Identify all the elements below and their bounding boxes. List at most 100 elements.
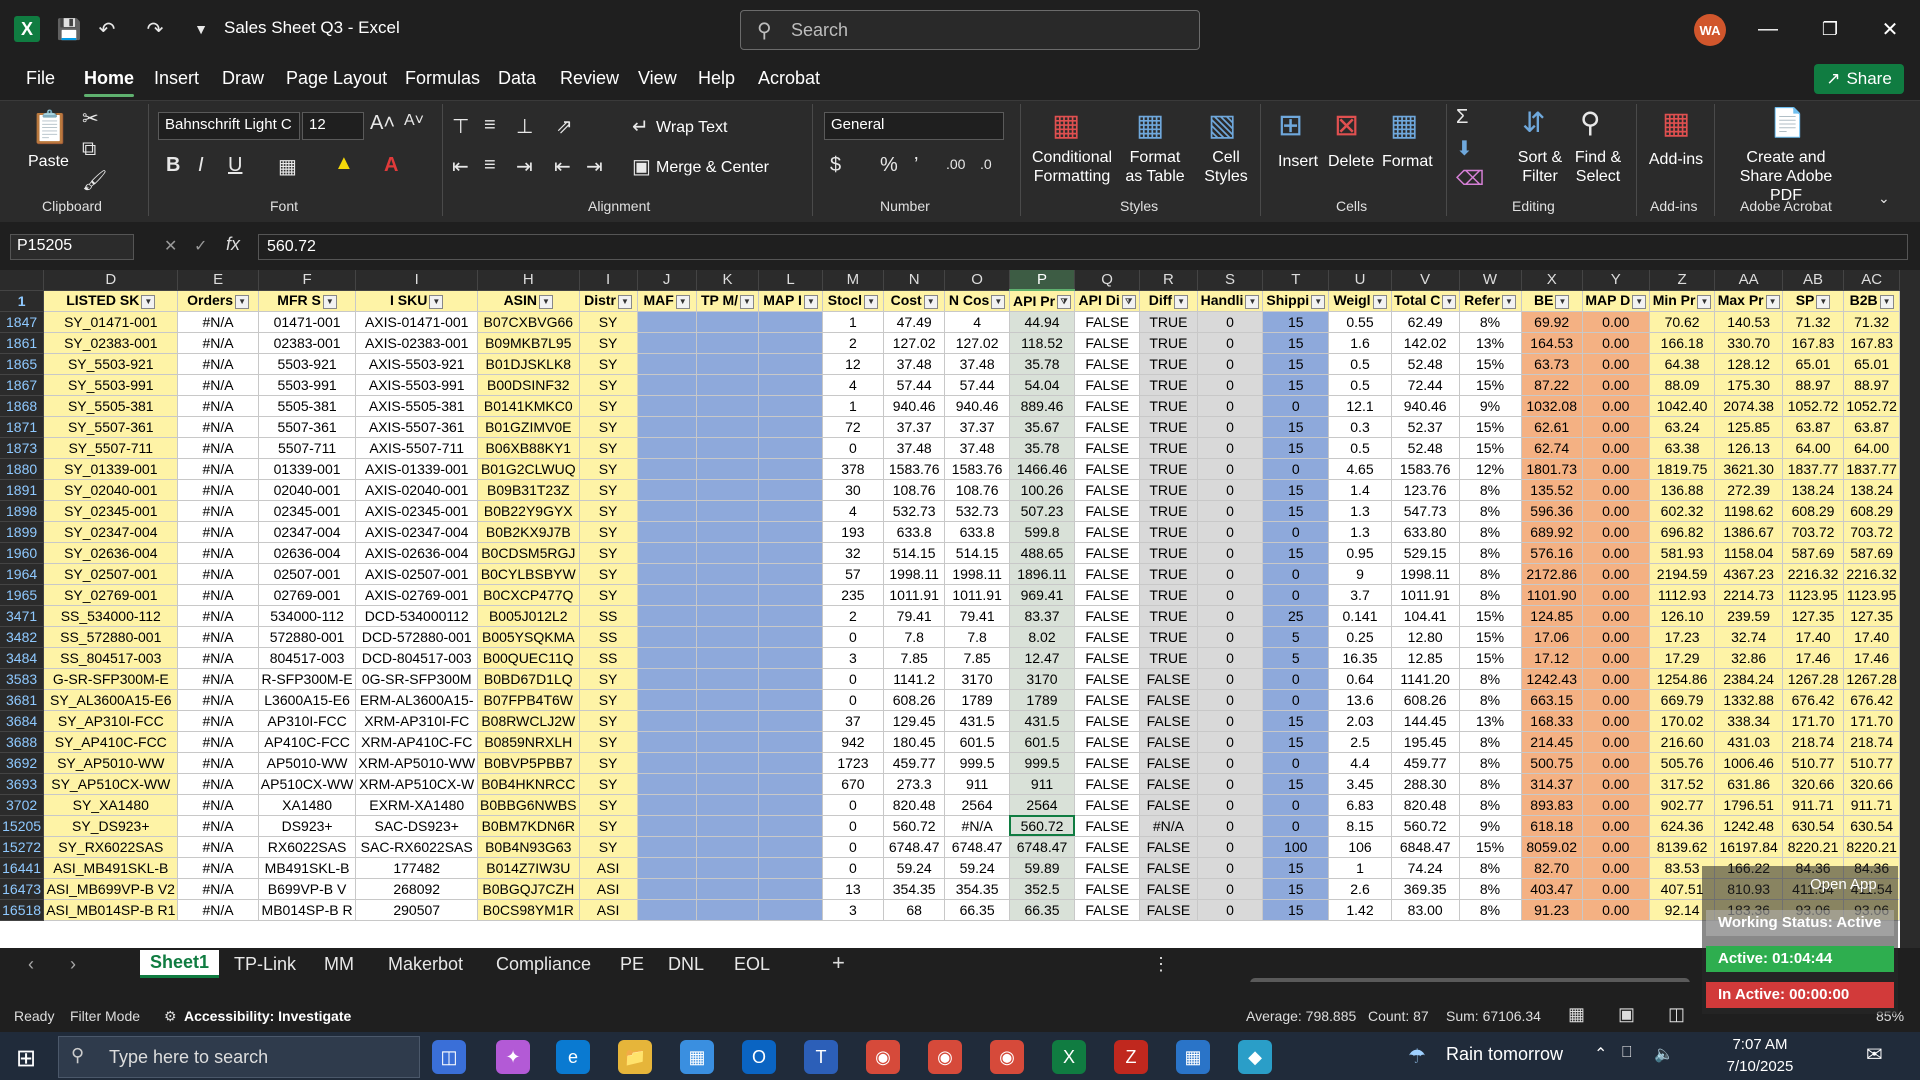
table-cell[interactable]: 532.73: [944, 500, 1010, 522]
row-header[interactable]: 1960: [0, 542, 45, 564]
table-cell[interactable]: 703.72: [1782, 521, 1845, 543]
table-cell[interactable]: 0.5: [1328, 437, 1392, 459]
table-cell[interactable]: TRUE: [1139, 395, 1198, 417]
table-cell[interactable]: 83.37: [1009, 605, 1076, 627]
table-cell[interactable]: B08RWCLJ2W: [477, 710, 580, 732]
taskbar-search[interactable]: ⚲ Type here to search: [58, 1036, 420, 1078]
filter-dropdown-icon[interactable]: ▼: [1311, 294, 1326, 309]
table-cell[interactable]: 1837.77: [1782, 458, 1845, 480]
table-cell[interactable]: 902.77: [1649, 794, 1716, 816]
table-cell[interactable]: 630.54: [1843, 815, 1900, 837]
table-cell[interactable]: 15%: [1459, 353, 1522, 375]
table-cell[interactable]: SY_DS923+: [43, 815, 179, 837]
table-cell[interactable]: SY_5503-991: [43, 374, 179, 396]
table-cell[interactable]: 8.02: [1009, 626, 1076, 648]
table-cell[interactable]: SY_01471-001: [43, 311, 179, 333]
table-cell[interactable]: TRUE: [1139, 437, 1198, 459]
table-cell[interactable]: SY: [579, 542, 638, 564]
table-cell[interactable]: 8%: [1459, 689, 1522, 711]
sheet-table[interactable]: D E F I H I J K L M N O P Q R S T U V W X Y Z AA AB AC 1 LISTED SK ▼…: [0, 270, 1900, 921]
row-header[interactable]: 1873: [0, 437, 45, 459]
menu-page-layout[interactable]: Page Layout: [286, 68, 387, 89]
table-cell[interactable]: 804517-003: [258, 647, 357, 669]
table-cell[interactable]: [758, 500, 823, 522]
table-cell[interactable]: [696, 773, 760, 795]
table-cell[interactable]: 15%: [1459, 647, 1522, 669]
table-cell[interactable]: SY_AL3600A15-E6: [43, 689, 179, 711]
table-cell[interactable]: B0CS98YM1R: [477, 899, 580, 921]
table-header-cell[interactable]: Refer ▼: [1459, 290, 1522, 312]
table-cell[interactable]: XRM-AP5010-WW: [355, 752, 479, 774]
restore-icon[interactable]: ❐: [1808, 14, 1852, 44]
table-cell[interactable]: [758, 458, 823, 480]
column-header[interactable]: W: [1459, 270, 1522, 291]
table-header-cell[interactable]: MAP I ▼: [758, 290, 823, 312]
table-cell[interactable]: 0: [822, 626, 885, 648]
table-cell[interactable]: SY: [579, 815, 638, 837]
row-header[interactable]: 3681: [0, 689, 45, 711]
table-cell[interactable]: SY_AP410C-FCC: [43, 731, 179, 753]
table-cell[interactable]: 1466.46: [1009, 458, 1076, 480]
table-cell[interactable]: 0: [822, 794, 885, 816]
align-top-icon[interactable]: ⊤: [452, 114, 469, 139]
column-header[interactable]: Q: [1074, 270, 1141, 291]
table-cell[interactable]: 02507-001: [258, 563, 357, 585]
table-cell[interactable]: [637, 626, 697, 648]
table-cell[interactable]: SS_804517-003: [43, 647, 179, 669]
table-cell[interactable]: SAC-RX6022SAS: [355, 836, 479, 858]
table-cell[interactable]: 0: [1262, 395, 1330, 417]
table-cell[interactable]: [758, 416, 823, 438]
table-cell[interactable]: 35.78: [1009, 437, 1076, 459]
table-cell[interactable]: #N/A: [177, 647, 259, 669]
table-cell[interactable]: [637, 836, 697, 858]
table-cell[interactable]: FALSE: [1139, 836, 1198, 858]
redo-icon[interactable]: ↷: [140, 14, 170, 44]
table-cell[interactable]: 4.65: [1328, 458, 1392, 480]
table-cell[interactable]: FALSE: [1074, 353, 1141, 375]
table-cell[interactable]: 12.85: [1391, 647, 1460, 669]
column-header[interactable]: I: [579, 270, 638, 291]
row-header[interactable]: 3471: [0, 605, 45, 627]
table-cell[interactable]: 4: [822, 374, 885, 396]
table-cell[interactable]: 126.10: [1649, 605, 1716, 627]
table-cell[interactable]: #N/A: [177, 374, 259, 396]
table-cell[interactable]: ASI_MB699VP-B V2: [43, 878, 179, 900]
format-cells-button[interactable]: Format: [1382, 152, 1433, 171]
table-cell[interactable]: B0BVP5PBB7: [477, 752, 580, 774]
table-cell[interactable]: 0: [1197, 416, 1264, 438]
insert-cells-icon[interactable]: ⊞: [1278, 108, 1303, 143]
table-cell[interactable]: 02636-004: [258, 542, 357, 564]
table-cell[interactable]: 431.03: [1714, 731, 1783, 753]
column-header[interactable]: M: [822, 270, 885, 291]
table-cell[interactable]: 2074.38: [1714, 395, 1783, 417]
table-cell[interactable]: [696, 752, 760, 774]
table-cell[interactable]: 64.00: [1843, 437, 1900, 459]
table-cell[interactable]: 8%: [1459, 773, 1522, 795]
table-cell[interactable]: 13: [822, 878, 885, 900]
table-cell[interactable]: 0: [1197, 857, 1264, 879]
format-cells-icon[interactable]: ▦: [1390, 108, 1418, 143]
format-table-icon[interactable]: ▦: [1136, 108, 1164, 143]
row-header[interactable]: 3693: [0, 773, 45, 795]
table-cell[interactable]: 0.00: [1582, 521, 1650, 543]
table-cell[interactable]: 0: [1197, 773, 1264, 795]
table-cell[interactable]: TRUE: [1139, 332, 1198, 354]
enter-icon[interactable]: ✓: [194, 236, 207, 256]
table-cell[interactable]: 15: [1262, 542, 1330, 564]
row-header[interactable]: 1861: [0, 332, 45, 354]
table-cell[interactable]: [696, 584, 760, 606]
align-right-icon[interactable]: ⇥: [516, 154, 533, 179]
table-cell[interactable]: 0: [1197, 836, 1264, 858]
format-as-table-button[interactable]: Format as Table: [1120, 148, 1190, 186]
table-header-cell[interactable]: Max Pr ▼: [1714, 290, 1783, 312]
row-header[interactable]: 1898: [0, 500, 45, 522]
table-cell[interactable]: 126.13: [1714, 437, 1783, 459]
table-cell[interactable]: 1141.20: [1391, 668, 1460, 690]
table-cell[interactable]: 0.95: [1328, 542, 1392, 564]
cell-styles-button[interactable]: Cell Styles: [1198, 148, 1254, 186]
table-cell[interactable]: 3: [822, 899, 885, 921]
table-cell[interactable]: FALSE: [1074, 458, 1141, 480]
table-cell[interactable]: #N/A: [177, 899, 259, 921]
table-cell[interactable]: [637, 395, 697, 417]
table-cell[interactable]: 1896.11: [1009, 563, 1076, 585]
